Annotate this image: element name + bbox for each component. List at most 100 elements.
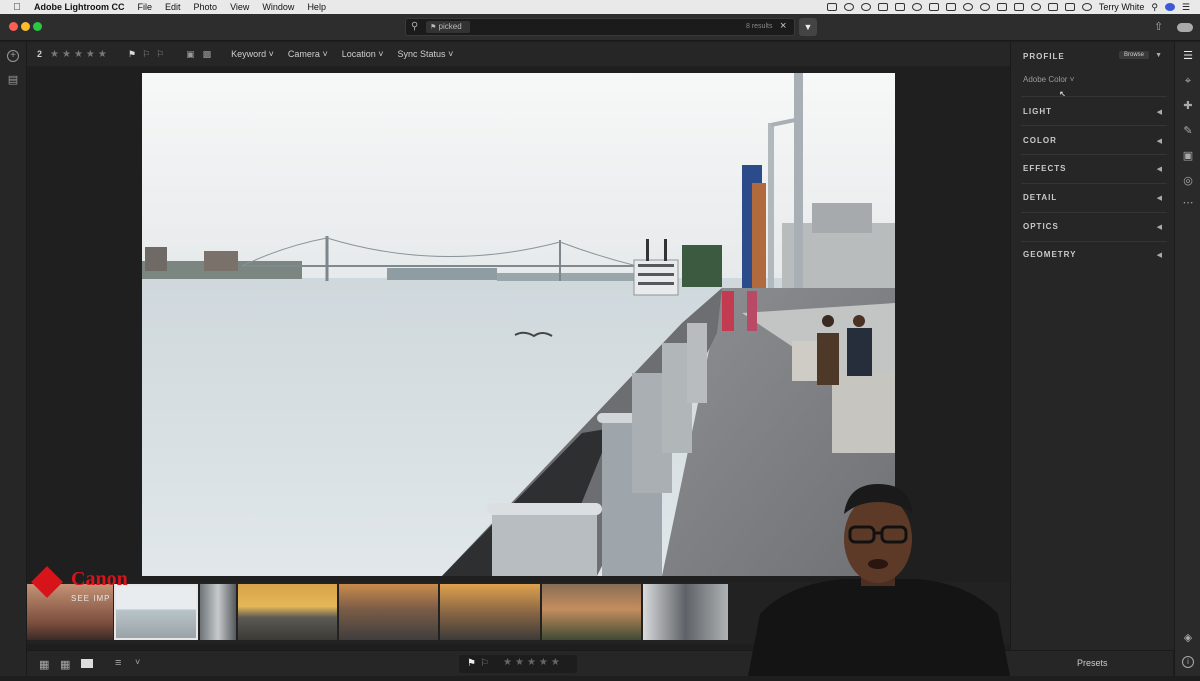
notes-status-icon[interactable] — [894, 3, 905, 11]
reject-flag-icon[interactable]: ⚐ — [480, 658, 489, 669]
thumbnail-5[interactable] — [339, 584, 438, 640]
pick-flag-icon[interactable]: ⚑ — [467, 658, 476, 669]
presets-button[interactable]: Presets — [1077, 658, 1108, 668]
info-icon[interactable]: i — [1182, 656, 1194, 668]
color-section[interactable]: COLOR — [1023, 136, 1057, 145]
radial-gradient-icon[interactable]: ◎ — [1182, 175, 1194, 187]
cc-status-icon[interactable] — [911, 3, 922, 11]
rating-star-icon[interactable]: ★ — [551, 657, 560, 668]
photo-rating-stars[interactable]: ★ ★ ★ ★ ★ — [503, 657, 563, 668]
menu-file[interactable]: File — [138, 2, 153, 12]
photo-type-filter-icon[interactable]: ▣ — [186, 49, 195, 60]
rating-star-icon[interactable]: ★ — [62, 49, 71, 60]
rating-star-icon[interactable]: ★ — [539, 657, 548, 668]
brush-icon[interactable]: ✎ — [1182, 125, 1194, 137]
notification-center-icon[interactable]: ☰ — [1182, 2, 1190, 13]
menu-app-name[interactable]: Adobe Lightroom CC — [34, 2, 125, 12]
geometry-section[interactable]: GEOMETRY — [1023, 250, 1076, 259]
rating-star-icon[interactable]: ★ — [74, 49, 83, 60]
rating-star-icon[interactable]: ★ — [503, 657, 512, 668]
airplay-icon[interactable] — [1047, 3, 1058, 11]
healing-brush-icon[interactable]: ✚ — [1182, 100, 1194, 112]
keyword-filter-dropdown[interactable]: Keyword ˅ — [231, 49, 274, 59]
filter-button[interactable]: ▼ — [799, 18, 817, 36]
siri-icon[interactable] — [1164, 3, 1175, 11]
color-expand-icon[interactable]: ◀ — [1157, 137, 1162, 145]
detail-section[interactable]: DETAIL — [1023, 193, 1057, 202]
rating-filter[interactable]: ★ ★ ★ ★ ★ — [50, 49, 110, 60]
rejected-filter-icon[interactable]: ⚐ — [156, 49, 164, 60]
rating-star-icon[interactable]: ★ — [86, 49, 95, 60]
light-expand-icon[interactable]: ◀ — [1157, 108, 1162, 116]
light-section[interactable]: LIGHT — [1023, 107, 1052, 116]
linear-gradient-icon[interactable]: ▣ — [1182, 150, 1194, 162]
photo-grid-icon[interactable]: ▦ — [39, 658, 49, 671]
detail-expand-icon[interactable]: ◀ — [1157, 194, 1162, 202]
display-status-icon[interactable] — [877, 3, 888, 11]
camera-status-icon[interactable] — [826, 3, 837, 11]
apple-icon[interactable]:  — [0, 2, 34, 13]
picked-flag-filter-icon[interactable]: ⚑ — [128, 49, 136, 60]
sort-count[interactable]: 2 — [37, 49, 42, 59]
add-photos-icon[interactable]: + — [7, 50, 19, 62]
menu-view[interactable]: View — [230, 2, 249, 12]
square-grid-icon[interactable]: ▦ — [60, 658, 70, 671]
cloud-icon[interactable] — [1177, 23, 1193, 32]
search-filter-chip[interactable]: ⚑ picked — [426, 21, 470, 33]
rating-star-icon[interactable]: ★ — [50, 49, 59, 60]
clock-status-icon[interactable] — [962, 3, 973, 11]
sort-icon[interactable]: ≡ — [115, 657, 121, 669]
crop-icon[interactable]: ⌖ — [1182, 75, 1194, 87]
thumbnail-8[interactable] — [643, 584, 728, 640]
wifi-icon[interactable] — [1030, 3, 1041, 11]
battery-icon[interactable] — [1013, 3, 1024, 11]
menu-photo[interactable]: Photo — [194, 2, 218, 12]
more-options-icon[interactable]: ⋯ — [1182, 197, 1194, 209]
location-filter-dropdown[interactable]: Location ˅ — [342, 49, 384, 59]
menubar-username[interactable]: Terry White — [1099, 2, 1145, 12]
sync-status-filter-dropdown[interactable]: Sync Status ˅ — [398, 49, 454, 59]
sync-status-icon[interactable] — [860, 3, 871, 11]
spotlight-icon[interactable]: ⚲ — [1151, 2, 1158, 13]
share-icon[interactable]: ⇧ — [1154, 20, 1163, 33]
effects-section[interactable]: EFFECTS — [1023, 164, 1066, 173]
geometry-expand-icon[interactable]: ◀ — [1157, 251, 1162, 259]
browse-profiles-button[interactable]: Browse — [1119, 51, 1150, 59]
volume-icon[interactable] — [1064, 3, 1075, 11]
profile-section-title[interactable]: PROFILE — [1023, 52, 1065, 61]
user-icon[interactable] — [1081, 3, 1092, 11]
clear-search-icon[interactable]: × — [780, 20, 786, 32]
edit-sliders-icon[interactable]: ☰ — [1182, 50, 1194, 62]
camera-filter-dropdown[interactable]: Camera ˅ — [288, 49, 328, 59]
creative-cloud-status-icon[interactable] — [843, 3, 854, 11]
monitor-status-icon[interactable] — [945, 3, 956, 11]
optics-expand-icon[interactable]: ◀ — [1157, 223, 1162, 231]
menu-help[interactable]: Help — [307, 2, 326, 12]
zoom-window-button[interactable] — [33, 22, 42, 31]
rating-star-icon[interactable]: ★ — [527, 657, 536, 668]
optics-section[interactable]: OPTICS — [1023, 222, 1059, 231]
detail-view-icon[interactable] — [81, 659, 93, 668]
dropbox-status-icon[interactable] — [928, 3, 939, 11]
profile-options-chevron-icon[interactable]: ▼ — [1155, 52, 1162, 59]
minimize-window-button[interactable] — [21, 22, 30, 31]
keyboard-status-icon[interactable] — [996, 3, 1007, 11]
effects-expand-icon[interactable]: ◀ — [1157, 165, 1162, 173]
sort-chevron-icon[interactable]: ˅ — [135, 657, 140, 667]
rating-star-icon[interactable]: ★ — [515, 657, 524, 668]
keyword-tag-icon[interactable]: ◈ — [1182, 632, 1194, 644]
library-icon[interactable]: ▤ — [7, 74, 19, 86]
video-type-filter-icon[interactable]: ▩ — [203, 49, 212, 60]
rating-star-icon[interactable]: ★ — [98, 49, 107, 60]
menu-edit[interactable]: Edit — [165, 2, 181, 12]
thumbnail-7[interactable] — [542, 584, 641, 640]
search-field[interactable]: ⚲ ⚑ picked 8 results × — [405, 18, 795, 36]
profile-dropdown[interactable]: Adobe Color ˅ — [1023, 75, 1074, 84]
unflagged-filter-icon[interactable]: ⚐ — [142, 49, 150, 60]
thumbnail-6[interactable] — [440, 584, 540, 640]
menu-window[interactable]: Window — [262, 2, 294, 12]
thumbnail-3[interactable] — [200, 584, 236, 640]
close-window-button[interactable] — [9, 22, 18, 31]
thumbnail-4[interactable] — [238, 584, 337, 640]
time-machine-icon[interactable] — [979, 3, 990, 11]
